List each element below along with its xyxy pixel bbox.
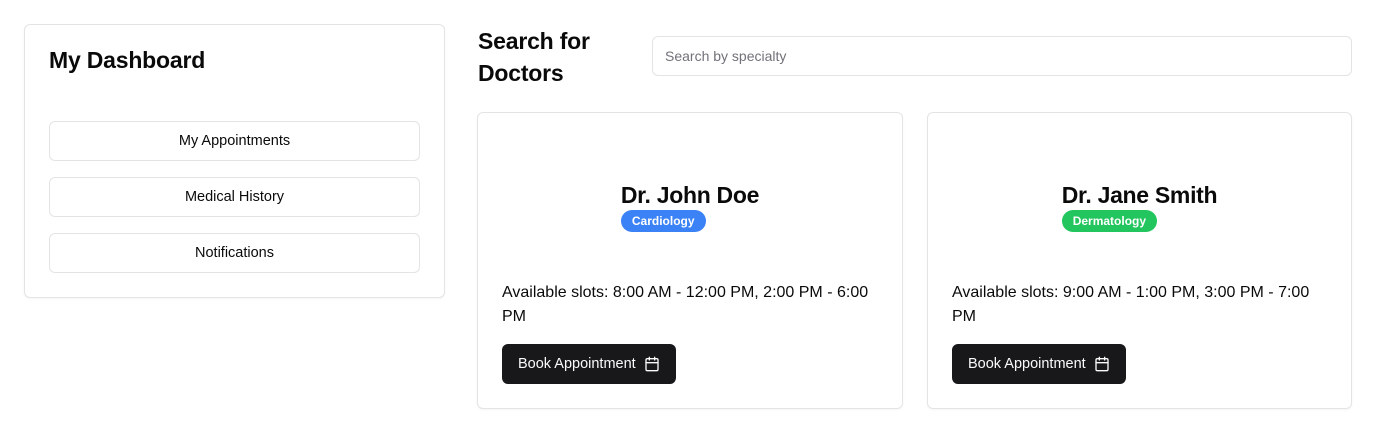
page-title: Search for Doctors [478,28,590,86]
calendar-icon [644,356,660,372]
doctor-header: Dr. Jane Smith Dermatology [928,181,1351,232]
sidebar-title: My Dashboard [49,47,206,73]
book-appointment-button[interactable]: Book Appointment [952,344,1126,384]
dashboard-sidebar: My Dashboard My Appointments Medical His… [24,24,445,298]
specialty-badge: Dermatology [1061,210,1158,232]
available-slots: Available slots: 9:00 AM - 1:00 PM, 3:00… [952,284,1310,325]
doctor-header: Dr. John Doe Cardiology [478,181,902,232]
specialty-search-input[interactable] [652,36,1352,76]
app-root: My Dashboard My Appointments Medical His… [0,0,1376,433]
specialty-badge: Cardiology [620,210,706,232]
doctor-name: Dr. Jane Smith [1061,182,1218,208]
doctor-name: Dr. John Doe [620,182,760,208]
medical-history-button[interactable]: Medical History [49,177,420,217]
my-appointments-button[interactable]: My Appointments [49,121,420,161]
calendar-icon [1094,356,1110,372]
book-appointment-button[interactable]: Book Appointment [502,344,676,384]
book-appointment-label: Book Appointment [968,356,1086,372]
available-slots: Available slots: 8:00 AM - 12:00 PM, 2:0… [502,284,869,325]
doctor-card: Dr. Jane Smith Dermatology Available slo… [927,112,1352,409]
doctor-card: Dr. John Doe Cardiology Available slots:… [477,112,903,409]
book-appointment-label: Book Appointment [518,356,636,372]
notifications-button[interactable]: Notifications [49,233,420,273]
